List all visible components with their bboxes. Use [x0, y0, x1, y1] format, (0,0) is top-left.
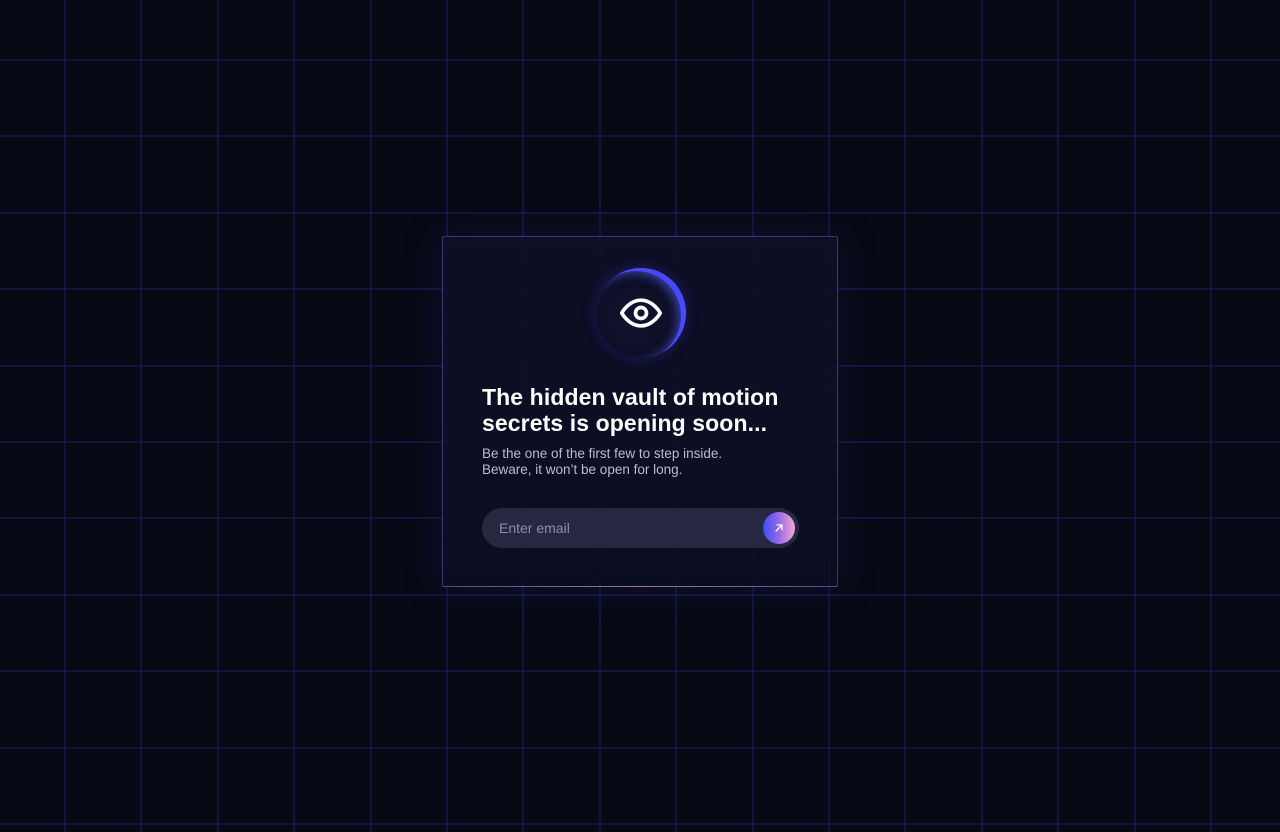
page-title: The hidden vault of motion secrets is op…	[482, 384, 779, 436]
email-input[interactable]	[482, 508, 752, 548]
email-signup-form	[482, 508, 799, 548]
subtitle: Be the one of the first few to step insi…	[482, 446, 812, 478]
waitlist-card: The hidden vault of motion secrets is op…	[442, 236, 838, 587]
subtitle-line-2: Beware, it won’t be open for long.	[482, 462, 683, 477]
eye-badge	[596, 268, 686, 358]
eye-icon	[619, 298, 663, 328]
arrow-up-right-icon	[775, 524, 783, 532]
submit-button[interactable]	[763, 512, 795, 544]
subtitle-line-1: Be the one of the first few to step insi…	[482, 446, 723, 461]
landing-page: The hidden vault of motion secrets is op…	[0, 0, 1280, 832]
